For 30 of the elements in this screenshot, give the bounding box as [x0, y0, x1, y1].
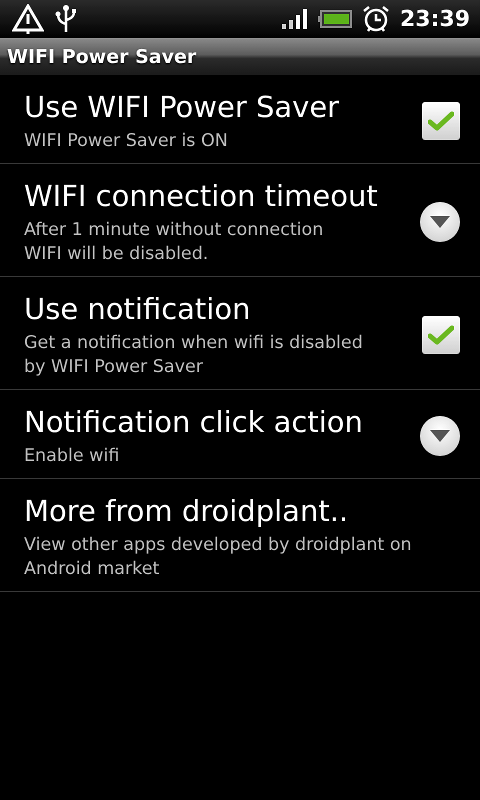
checkbox[interactable] [422, 102, 460, 140]
preference-summary: Enable wifi [24, 445, 120, 468]
preference-item[interactable]: Use WIFI Power Saver WIFI Power Saver is ON [0, 75, 480, 163]
checkmark-icon [428, 111, 454, 131]
signal-icon [282, 9, 308, 29]
checkmark-icon [428, 325, 454, 345]
title-bar: WIFI Power Saver [0, 38, 480, 75]
preference-item[interactable]: Notification click action Enable wifi [0, 390, 480, 478]
dropdown-button[interactable] [420, 202, 460, 242]
caret-icon [430, 216, 450, 228]
preference-summary: View other apps developed by droidplant on Android market [24, 534, 413, 581]
preference-title: More from droidplant.. [24, 493, 350, 529]
preference-title: Notification click action [24, 404, 364, 440]
preference-title: Use notification [24, 291, 252, 327]
preference-summary: WIFI Power Saver is ON [24, 130, 229, 153]
alarm-clock-icon [362, 5, 390, 33]
warning-icon [12, 4, 44, 34]
checkbox[interactable] [422, 316, 460, 354]
battery-icon [318, 9, 352, 29]
clock-time: 23:39 [400, 6, 470, 32]
preference-item[interactable]: More from droidplant.. View other apps developed by droidplant on Android market [0, 479, 480, 591]
preference-summary: After 1 minute without connection WIFI will be disabled. [24, 219, 324, 266]
usb-icon [54, 4, 78, 34]
caret-icon [430, 430, 450, 442]
preference-summary: Get a notification when wifi is disabled by WIFI Power Saver [24, 332, 364, 379]
preference-title: Use WIFI Power Saver [24, 89, 340, 125]
preference-title: WIFI connection timeout [24, 178, 379, 214]
preference-item[interactable]: Use notification Get a notification when wifi is disabled by WIFI Power Saver [0, 277, 480, 389]
preference-item[interactable]: WIFI connection timeout After 1 minute without connection WIFI will be disabled. [0, 164, 480, 276]
dropdown-button[interactable] [420, 416, 460, 456]
